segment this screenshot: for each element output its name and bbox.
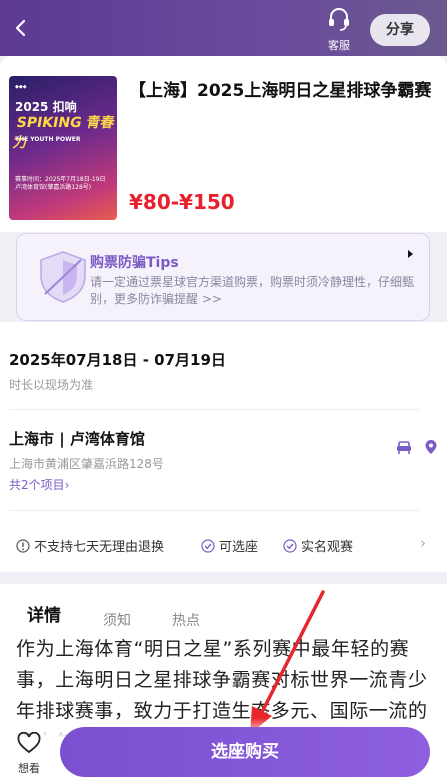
tab-detail[interactable]: 详情 xyxy=(27,601,61,626)
shield-icon xyxy=(40,251,86,303)
back-button[interactable] xyxy=(12,18,32,38)
divider xyxy=(9,510,419,511)
event-date: 2025年07月18日 - 07月19日 xyxy=(9,351,226,369)
event-poster[interactable]: ◆◆◆ 2025 扣响 SPIKING 青春力 赛事时间：2025年7月18日-… xyxy=(9,76,117,220)
sofa-icon[interactable] xyxy=(396,439,412,455)
service-item-real-name: 实名观赛 xyxy=(283,536,353,555)
anti-fraud-tips[interactable]: 购票防骗Tips 请一定通过票星球官方渠道购票，购票时须冷静理性，仔细甄别，更多… xyxy=(16,233,430,321)
service-item-no-refund: 不支持七天无理由退换 xyxy=(16,536,164,555)
section-gap xyxy=(0,572,447,584)
check-circle-icon xyxy=(283,538,297,553)
venue-name[interactable]: 上海市 | 卢湾体育馆 xyxy=(9,428,145,449)
headset-icon xyxy=(329,8,349,31)
chevron-right-icon[interactable]: › xyxy=(420,534,426,552)
service-item-seat-selection: 可选座 xyxy=(201,536,258,555)
share-button[interactable]: 分享 xyxy=(370,14,430,46)
tips-title: 购票防骗Tips xyxy=(90,255,179,271)
service-label: 可选座 xyxy=(219,540,259,555)
tab-hot[interactable]: 热点 xyxy=(172,610,200,630)
event-price: ¥80-¥150 xyxy=(129,190,235,214)
venue-address: 上海市黄浦区肇嘉浜路128号 xyxy=(9,457,164,471)
check-circle-icon xyxy=(201,538,215,553)
duration-note: 时长以现场为准 xyxy=(9,378,94,392)
customer-service-label: 客服 xyxy=(328,39,350,52)
tab-notice[interactable]: 须知 xyxy=(103,610,131,630)
service-label: 不支持七天无理由退换 xyxy=(34,540,165,555)
service-label: 实名观赛 xyxy=(301,540,354,555)
tips-desc: 请一定通过票星球官方渠道购票，购票时须冷静理性，仔细甄别，更多防诈骗提醒 >> xyxy=(90,275,415,306)
project-count-link[interactable]: 共2个项目› xyxy=(9,476,69,493)
poster-line2: SPIKING 青春力 xyxy=(11,115,116,151)
chevron-right-icon xyxy=(408,250,413,258)
poster-line3: THE YOUTH POWER xyxy=(15,136,81,143)
back-icon xyxy=(15,19,26,37)
poster-info: 赛事时间：2025年7月18日-19日 卢湾体育馆(肇嘉浜路128号) xyxy=(15,176,106,191)
select-seat-buy-button[interactable]: 选座购买 xyxy=(60,727,430,777)
divider xyxy=(9,409,419,410)
event-title: 【上海】2025上海明日之星排球争霸赛 xyxy=(129,81,432,101)
want-to-see-button[interactable]: 想看 xyxy=(14,731,44,776)
heart-icon xyxy=(17,731,41,754)
warning-icon xyxy=(16,538,30,553)
location-pin-icon[interactable] xyxy=(424,439,440,455)
want-to-see-label: 想看 xyxy=(18,762,40,775)
customer-service-button[interactable]: 客服 xyxy=(322,6,356,53)
poster-logo: ◆◆◆ xyxy=(15,84,27,90)
